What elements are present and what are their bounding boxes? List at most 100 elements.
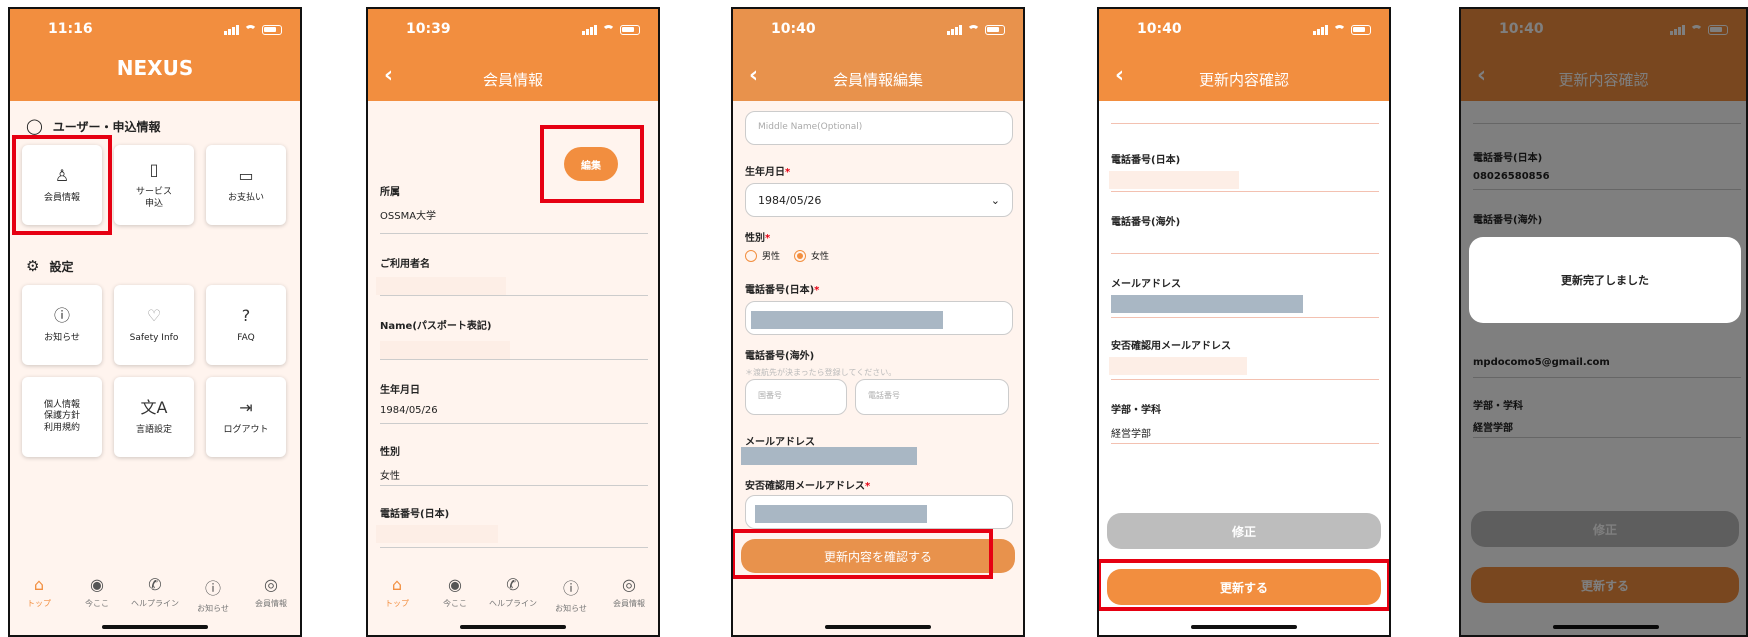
divider (380, 295, 648, 296)
nav-member[interactable]: ◎ 会員情報 (246, 575, 296, 635)
phone-screen-complete: 10:40 ‹ 更新内容確認 電話番号(日本) 08026580856 電話番号… (1459, 7, 1748, 637)
tile-language[interactable]: 文A 言語設定 (114, 377, 194, 457)
redacted-value (1109, 357, 1247, 375)
header: 11:16 NEXUS (10, 9, 300, 101)
home-icon: ⌂ (391, 575, 403, 594)
field-label: 安否確認用メールアドレス (1111, 341, 1231, 352)
gear-icon: ⚙ (26, 257, 40, 275)
home-body: ◯ ユーザー・申込情報 ♙ 会員情報 ▯ サービス 申込 ▭ お支払い ⚙ 設定 ⓘ お知ら… (10, 101, 300, 635)
phone-number-input[interactable]: 電話番号 (855, 379, 1009, 415)
translate-icon: 文A (140, 397, 168, 417)
redacted-value (751, 311, 943, 329)
tile-payment[interactable]: ▭ お支払い (206, 145, 286, 225)
radio-female[interactable]: 女性 (794, 249, 829, 262)
birth-label: 生年月日* (745, 167, 791, 178)
divider (380, 233, 648, 234)
section-settings: ⚙ 設定 (26, 257, 74, 275)
dialog-message: 更新完了しました (1561, 274, 1649, 287)
mail-label: メールアドレス (745, 437, 815, 448)
tile-news[interactable]: ⓘ お知らせ (22, 285, 102, 365)
info-icon: ⓘ (53, 305, 70, 325)
home-indicator (102, 625, 208, 629)
phone-icon: ✆ (148, 575, 162, 594)
home-indicator (1191, 625, 1297, 629)
field-label: メールアドレス (1111, 279, 1181, 290)
divider (1111, 317, 1379, 318)
divider (380, 485, 648, 486)
country-code-input[interactable]: 国番号 (745, 379, 847, 415)
field-label: 性別 (380, 447, 400, 458)
redacted-value (376, 525, 498, 543)
member-body: 編集 所属 OSSMA大学 ご利用者名 Name(パスポート表記) 生年月日 1… (368, 101, 658, 635)
card-icon: ▭ (238, 165, 254, 185)
user-circle-icon: ◯ (26, 117, 43, 135)
status-time: 10:40 (771, 21, 816, 37)
field-value: 1984/05/26 (380, 405, 438, 416)
header: 10:40 ‹ 会員情報編集 (733, 9, 1023, 101)
home-indicator (460, 625, 566, 629)
home-icon: ⌂ (33, 575, 45, 594)
info-icon: ⓘ (562, 579, 579, 598)
page-title: 会員情報編集 (832, 71, 923, 89)
middle-name-input[interactable]: Middle Name(Optional) (745, 111, 1013, 145)
birthdate-select[interactable]: 1984/05/26 ⌄ (745, 183, 1013, 217)
fix-button[interactable]: 修正 (1107, 513, 1381, 549)
field-label: 生年月日 (380, 385, 420, 396)
confirm-body: 電話番号(日本) 電話番号(海外) メールアドレス 安否確認用メールアドレス 学… (1099, 101, 1389, 635)
field-label: ご利用者名 (380, 259, 430, 270)
divider (1111, 253, 1379, 254)
divider (1111, 379, 1379, 380)
nav-member[interactable]: ◎ 会員情報 (604, 575, 654, 635)
nav-top[interactable]: ⌂ トップ (372, 575, 422, 635)
tile-service[interactable]: ▯ サービス 申込 (114, 145, 194, 225)
divider (1111, 443, 1379, 444)
header: 10:39 ‹ 会員情報 (368, 9, 658, 101)
field-label: 学部・学科 (1111, 405, 1161, 416)
field-value: 女性 (380, 471, 400, 482)
section-user: ◯ ユーザー・申込情報 (26, 117, 161, 135)
tel-ov-label: 電話番号(海外) (745, 351, 815, 362)
question-icon: ? (241, 305, 251, 325)
chevron-down-icon: ⌄ (990, 193, 1000, 207)
field-label: 所属 (380, 187, 400, 198)
header: 10:40 ‹ 更新内容確認 (1099, 9, 1389, 101)
hands-icon: ♡ (146, 305, 162, 325)
phone-screen-confirm: 10:40 ‹ 更新内容確認 電話番号(日本) 電話番号(海外) メールアドレス… (1097, 7, 1391, 637)
redacted-value (376, 277, 506, 295)
divider (380, 423, 648, 424)
phone-icon: ✆ (506, 575, 520, 594)
tile-faq[interactable]: ? FAQ (206, 285, 286, 365)
nav-top[interactable]: ⌂ トップ (14, 575, 64, 635)
status-time: 10:39 (406, 21, 451, 37)
highlight-box (540, 125, 644, 203)
status-time: 11:16 (48, 21, 93, 37)
redacted-value (755, 505, 927, 523)
tile-safety[interactable]: ♡ Safety Info (114, 285, 194, 365)
app-title: NEXUS (116, 56, 194, 80)
pin-icon: ◉ (90, 575, 104, 594)
phone-screen-member-info: 10:39 ‹ 会員情報 編集 所属 OSSMA大学 ご利用者名 Name(パス… (366, 7, 660, 637)
tel-jp-label: 電話番号(日本)* (745, 285, 820, 296)
highlight-box (12, 135, 112, 235)
field-label: Name(パスポート表記) (380, 321, 492, 332)
redacted-value (380, 341, 510, 359)
redacted-value (741, 447, 917, 465)
tile-logout[interactable]: ⇥ ログアウト (206, 377, 286, 457)
status-time: 10:40 (1137, 21, 1182, 37)
pin-icon: ◉ (448, 575, 462, 594)
radio-male[interactable]: 男性 (745, 249, 780, 262)
field-label: 電話番号(海外) (1111, 217, 1181, 228)
user-icon: ◎ (622, 575, 636, 594)
sex-label: 性別* (745, 233, 771, 244)
status-icons (947, 23, 1005, 35)
tile-privacy[interactable]: 個人情報 保護方針 利用規約 (22, 377, 102, 457)
phone-screen-edit: 10:40 ‹ 会員情報編集 Middle Name(Optional) 生年月… (731, 7, 1025, 637)
page-title: 会員情報 (482, 71, 543, 89)
divider (1111, 191, 1379, 192)
tel-note: ＊渡航先が決まったら登録してください。 (745, 368, 897, 377)
home-indicator (825, 625, 931, 629)
divider (380, 359, 648, 360)
field-value: OSSMA大学 (380, 211, 437, 222)
field-label: 電話番号(日本) (1111, 155, 1181, 166)
complete-dialog[interactable]: 更新完了しました (1469, 237, 1741, 323)
